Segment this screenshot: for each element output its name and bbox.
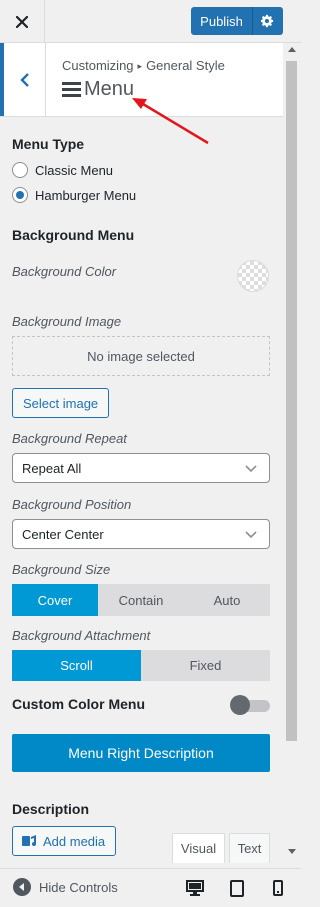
publish-label: Publish [200, 13, 243, 29]
desktop-icon [186, 880, 204, 896]
breadcrumb-parent: Customizing [62, 58, 134, 73]
background-menu-heading: Background Menu [12, 227, 135, 243]
breadcrumb: Customizing ▸ General Style [62, 58, 225, 73]
top-bar: Publish [0, 0, 301, 43]
background-position-select[interactable]: Center Center [12, 519, 270, 549]
hide-controls-label: Hide Controls [39, 879, 118, 895]
media-icon [22, 835, 36, 846]
background-position-label: Background Position [12, 497, 132, 512]
radio-button[interactable] [12, 187, 28, 203]
background-attachment-label: Background Attachment [12, 628, 151, 643]
breadcrumb-child: General Style [146, 58, 225, 73]
chevron-left-icon [19, 72, 29, 87]
custom-color-menu-label: Custom Color Menu [12, 696, 145, 712]
publish-settings-button[interactable] [252, 7, 283, 35]
attachment-option-fixed[interactable]: Fixed [141, 650, 270, 681]
size-option-contain[interactable]: Contain [98, 584, 184, 616]
add-media-label: Add media [43, 833, 106, 849]
tablet-icon [230, 879, 244, 897]
background-image-label: Background Image [12, 314, 122, 329]
hamburger-icon [62, 82, 81, 97]
background-attachment-segmented: Scroll Fixed [12, 650, 270, 681]
preview-mobile-button[interactable] [267, 877, 289, 899]
image-placeholder: No image selected [12, 336, 270, 376]
menu-right-description-button[interactable]: Menu Right Description [12, 734, 270, 772]
background-size-label: Background Size [12, 562, 111, 577]
chevron-down-icon [245, 465, 257, 473]
chevron-down-icon [245, 531, 257, 539]
attachment-option-scroll[interactable]: Scroll [12, 650, 141, 681]
hide-controls-button[interactable]: Hide Controls [13, 878, 118, 896]
scrollbar[interactable] [283, 43, 301, 868]
select-image-button[interactable]: Select image [12, 388, 110, 418]
tab-text[interactable]: Text [229, 833, 270, 863]
background-repeat-label: Background Repeat [12, 431, 127, 446]
close-button[interactable] [0, 0, 45, 43]
size-option-cover[interactable]: Cover [12, 584, 98, 616]
scrollbar-thumb[interactable] [286, 61, 297, 741]
add-media-button[interactable]: Add media [12, 826, 117, 856]
radio-classic-menu[interactable]: Classic Menu [12, 162, 113, 178]
preview-desktop-button[interactable] [184, 877, 206, 899]
close-icon [16, 15, 28, 28]
controls-panel: Menu Type Classic Menu Hamburger Menu Ba… [0, 118, 283, 868]
breadcrumb-separator-icon: ▸ [137, 61, 143, 71]
background-color-label: Background Color [12, 264, 117, 279]
background-repeat-select[interactable]: Repeat All [12, 453, 270, 483]
radio-button[interactable] [12, 162, 28, 178]
preview-tablet-button[interactable] [226, 877, 248, 899]
select-value: Repeat All [22, 460, 82, 476]
background-size-segmented: Cover Contain Auto [12, 584, 270, 616]
gear-icon [261, 14, 274, 28]
editor-tabs: Visual Text [172, 833, 270, 863]
back-button[interactable] [0, 43, 46, 116]
select-value: Center Center [22, 526, 104, 542]
radio-label: Hamburger Menu [35, 187, 137, 203]
description-label: Description [12, 801, 90, 817]
mobile-icon [273, 880, 283, 896]
radio-hamburger-menu[interactable]: Hamburger Menu [12, 187, 136, 203]
radio-label: Classic Menu [35, 162, 114, 178]
scroll-up-icon[interactable] [288, 46, 296, 52]
color-picker-swatch[interactable] [237, 260, 269, 292]
size-option-auto[interactable]: Auto [184, 584, 270, 616]
tab-visual[interactable]: Visual [172, 833, 225, 863]
custom-color-toggle[interactable] [230, 695, 270, 715]
menu-type-label: Menu Type [12, 136, 85, 152]
footer: Hide Controls [0, 868, 301, 907]
scroll-down-icon[interactable] [288, 849, 296, 855]
publish-button[interactable]: Publish [191, 7, 283, 35]
collapse-icon [13, 878, 31, 896]
